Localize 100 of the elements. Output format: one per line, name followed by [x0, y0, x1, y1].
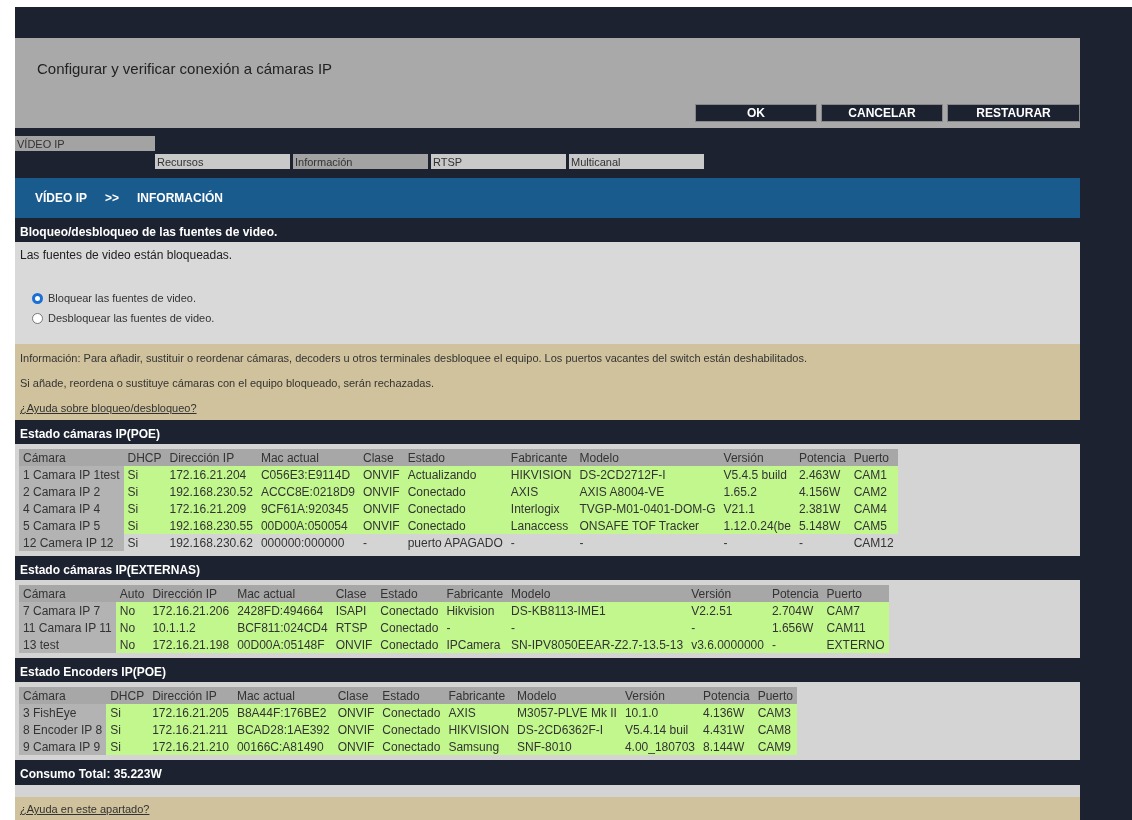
table-cell: Si [123, 466, 166, 483]
table-cell: 10.1.0 [620, 704, 699, 721]
table-cell: CAM4 [849, 500, 898, 517]
table-cell: 172.16.21.211 [148, 721, 233, 738]
table-cell: Samsung [444, 738, 514, 755]
table-cell: AXIS [444, 704, 514, 721]
table-cell: puerto APAGADO [403, 534, 507, 551]
table-cell: No [115, 602, 149, 619]
table-cell: 2 Camara IP 2 [19, 483, 124, 500]
header-button[interactable]: RESTAURAR [947, 104, 1080, 122]
table-cell: Actualizando [403, 466, 507, 483]
table-cell: CAM7 [822, 602, 889, 619]
subtab[interactable]: RTSP [431, 154, 566, 169]
table-cell: Interlogix [506, 500, 576, 517]
tab[interactable]: VÍDEO IP [15, 136, 155, 151]
table-cell: - [442, 619, 508, 636]
table-cell: EXTERNO [822, 636, 889, 653]
radio-label[interactable]: Bloquear las fuentes de video. [48, 292, 196, 304]
lock-status: Las fuentes de video están bloqueadas. [20, 248, 234, 262]
table-cell: ONVIF [333, 704, 379, 721]
table-cell: - [575, 534, 720, 551]
table-cell: - [507, 619, 688, 636]
table-cell: Conectado [378, 721, 445, 738]
table-cell: B8A44F:176BE2 [232, 704, 334, 721]
column-header: Cámara [19, 687, 107, 704]
table-cell: V21.1 [719, 500, 795, 517]
table-cell: 1.656W [767, 619, 823, 636]
table-cell: 4.136W [699, 704, 754, 721]
radio-button[interactable] [32, 292, 43, 304]
table-cell: ONSAFE TOF Tracker [575, 517, 720, 534]
table-cell: ONVIF [359, 517, 404, 534]
column-header: Dirección IP [148, 585, 234, 602]
column-header: Cámara [19, 449, 124, 466]
table-cell: Si [123, 517, 166, 534]
radio-label[interactable]: Desbloquear las fuentes de video. [48, 312, 215, 324]
table-cell: 2.704W [767, 602, 823, 619]
column-header: Puerto [849, 449, 898, 466]
table-cell: 5 Camara IP 5 [19, 517, 124, 534]
column-header: Puerto [822, 585, 889, 602]
subtab[interactable]: Multicanal [569, 154, 704, 169]
header-button[interactable]: OK [695, 104, 817, 122]
table-cell: IPCamera [442, 636, 508, 653]
table-cell: Si [106, 738, 149, 755]
table-cell: Conectado [376, 619, 443, 636]
table-cell: - [719, 534, 795, 551]
breadcrumb-item: VÍDEO IP [35, 191, 87, 205]
table-cell: 4.156W [794, 483, 850, 500]
table-cell: 172.16.21.206 [148, 602, 234, 619]
column-header: Puerto [753, 687, 798, 704]
table-cell: CAM1 [849, 466, 898, 483]
column-header: Modelo [507, 585, 688, 602]
table-cell: ONVIF [333, 738, 379, 755]
table-cell: 172.16.21.205 [148, 704, 233, 721]
column-header: Mac actual [256, 449, 359, 466]
table-cell: 00D00A:05148F [233, 636, 332, 653]
table-cell: - [506, 534, 576, 551]
table-cell: No [115, 619, 149, 636]
table-cell: Si [123, 534, 166, 551]
table-cell: ONVIF [359, 483, 404, 500]
column-header: Clase [333, 687, 379, 704]
radio-button[interactable] [32, 312, 43, 324]
table-cell: 8.144W [699, 738, 754, 755]
info-text: Información: Para añadir, sustituir o reordenar cámaras, decoders u otros terminales desbloquee el equipo. Los puertos vacantes del switch están deshabilitados. [20, 352, 808, 364]
header-button[interactable]: CANCELAR [821, 104, 943, 122]
table-cell: ONVIF [333, 721, 379, 738]
table-cell: Conectado [403, 483, 507, 500]
help-link[interactable]: ¿Ayuda en este apartado? [20, 803, 150, 815]
table-cell: Si [123, 500, 166, 517]
table-cell: Conectado [403, 517, 507, 534]
table-cell: HIKVISION [506, 466, 576, 483]
table-cell: 2.463W [794, 466, 850, 483]
table-cell: V5.4.5 build [719, 466, 795, 483]
table-cell: 13 test [19, 636, 116, 653]
table-cell: 4.431W [699, 721, 754, 738]
table-cell: No [115, 636, 149, 653]
table-cell: 192.168.230.52 [165, 483, 257, 500]
subtab[interactable]: Recursos [155, 154, 290, 169]
column-header: Potencia [699, 687, 754, 704]
table-cell: Conectado [376, 636, 443, 653]
table-cell: M3057-PLVE Mk II [513, 704, 621, 721]
table-cell: CAM12 [849, 534, 898, 551]
table-cell: BCAD28:1AE392 [232, 721, 334, 738]
table-cell: 2428FD:494664 [233, 602, 332, 619]
table-cell: AXIS [506, 483, 576, 500]
subtab[interactable]: Información [293, 154, 428, 169]
table-cell: 1.12.0.24(be [719, 517, 795, 534]
table-cell: 9 Camara IP 9 [19, 738, 107, 755]
table-cell: 3 FishEye [19, 704, 107, 721]
table-cell: 1.65.2 [719, 483, 795, 500]
table-cell: 172.16.21.204 [165, 466, 257, 483]
help-link[interactable]: ¿Ayuda sobre bloqueo/desbloqueo? [20, 402, 197, 414]
table-cell: CAM3 [753, 704, 798, 721]
table-cell: 12 Camera IP 12 [19, 534, 124, 551]
column-header: Clase [359, 449, 404, 466]
column-header: Modelo [575, 449, 720, 466]
column-header: Modelo [513, 687, 621, 704]
table-cell: 7 Camara IP 7 [19, 602, 116, 619]
column-header: Estado [378, 687, 445, 704]
table-cell: 172.16.21.198 [148, 636, 234, 653]
table-cell: 11 Camara IP 11 [19, 619, 116, 636]
